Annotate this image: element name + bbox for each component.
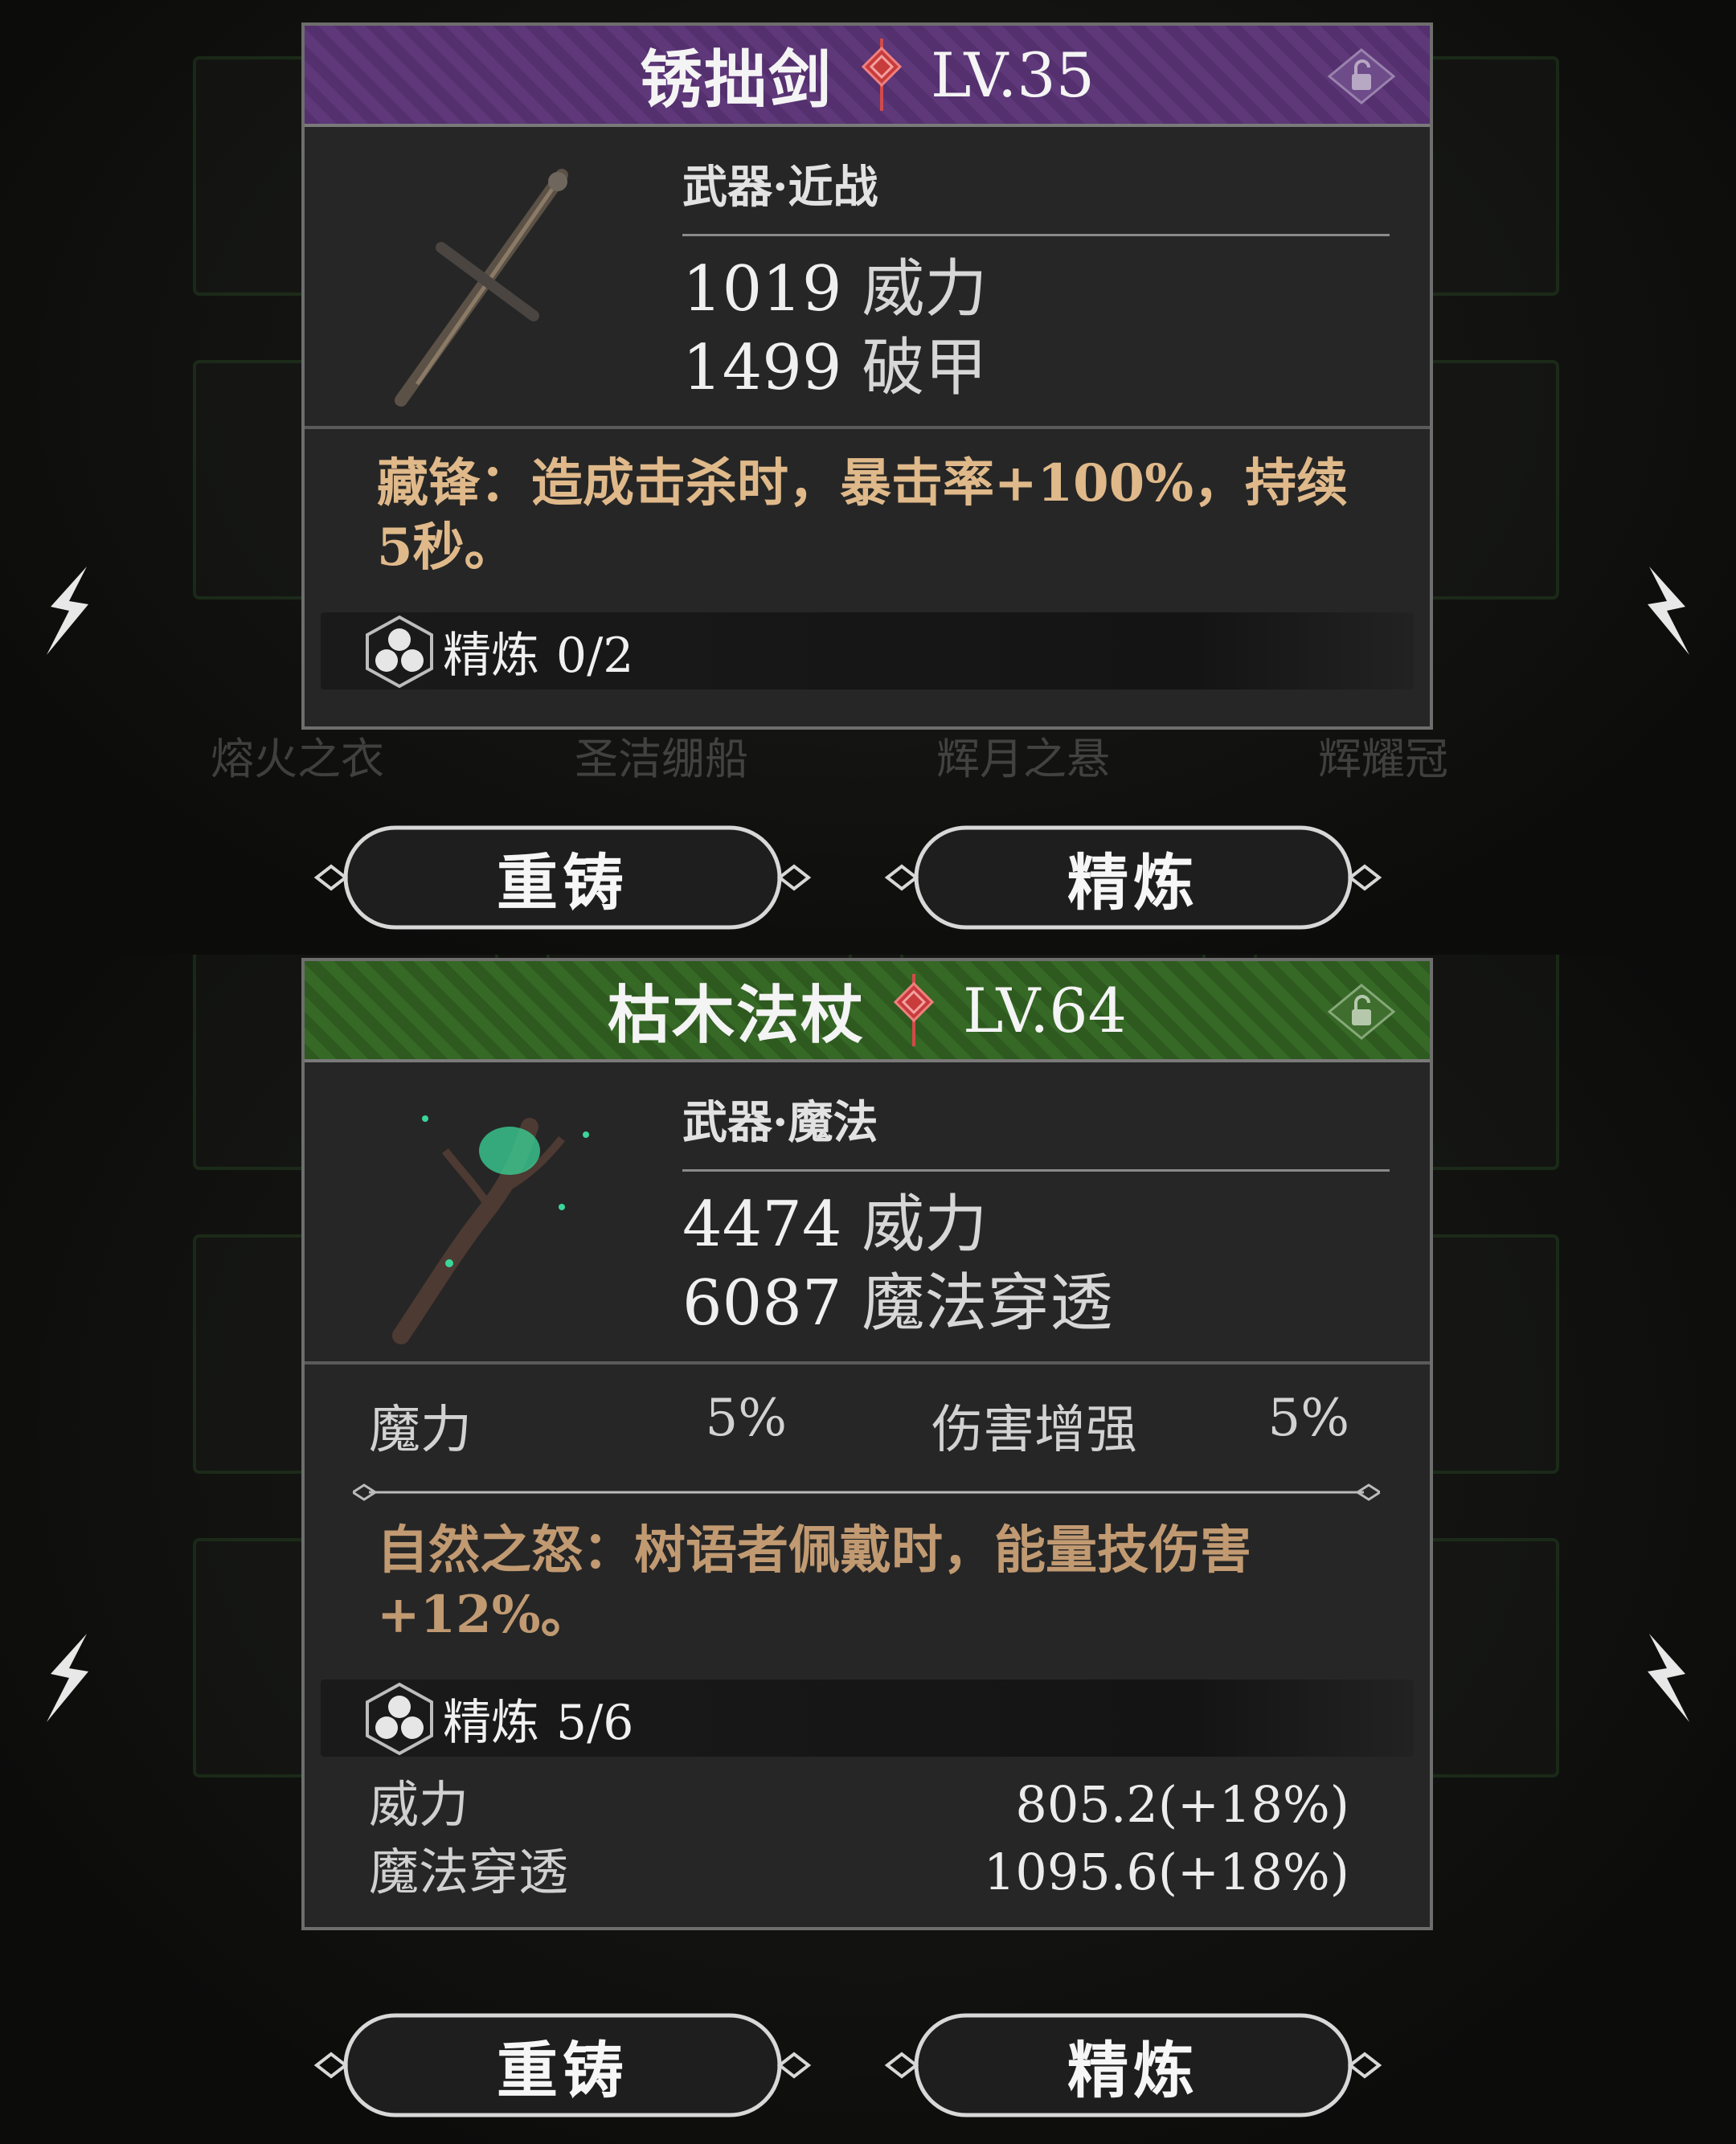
refine-bonus-row: 魔法穿透 1095.6(+18%) [305, 1839, 1430, 1906]
item-level: LV.64 [963, 974, 1127, 1046]
refine-label: 精炼 5/6 [443, 1684, 633, 1753]
attr-label: 魔力 [369, 1401, 472, 1460]
item-info: 武器·魔法 4474 威力 6087 魔法穿透 [305, 1062, 1430, 1365]
stat-label: 魔法穿透 [862, 1267, 1113, 1340]
bonus-attributes: 魔力 5% 伤害增强 5% [305, 1365, 1430, 1463]
stat-power: 4474 威力 [682, 1189, 1430, 1260]
stat-value: 6087 [682, 1267, 842, 1340]
attr-magic-power: 魔力 5% [369, 1389, 787, 1463]
refine-bonus-value: 1095.6(+18%) [983, 1843, 1349, 1901]
item-name: 枯木法杖 [608, 979, 866, 1052]
chinese-knot-icon [854, 39, 910, 111]
stat-magic-penetration: 6087 魔法穿透 [682, 1268, 1430, 1339]
attr-value: 5% [705, 1389, 787, 1448]
attr-label: 伤害增强 [931, 1401, 1137, 1460]
item-card-withered-staff: 枯木法杖 LV.64 武器·魔法 4474 威力 6087 魔法穿透 魔力 5%… [301, 958, 1433, 1930]
refine-button-label: 精炼 [1067, 2035, 1199, 2106]
refine-button-label: 精炼 [1067, 847, 1199, 919]
arrow-right-icon[interactable] [1641, 1630, 1697, 1726]
refine-button[interactable]: 精炼 [884, 2009, 1382, 2121]
refine-bonus-label: 魔法穿透 [369, 1843, 569, 1901]
refine-count: 0/2 [555, 627, 634, 684]
attr-damage-boost: 伤害增强 5% [931, 1389, 1349, 1463]
lock-icon[interactable] [1325, 984, 1398, 1040]
bg-item-name: 圣洁绷船 [575, 734, 748, 784]
attr-value: 5% [1267, 1389, 1349, 1448]
ornament-divider [350, 1480, 1382, 1504]
reforge-button[interactable]: 重铸 [313, 821, 812, 934]
item-effect-text: 藏锋：造成击杀时，暴击率+100%，持续5秒。 [377, 453, 1349, 578]
item-category: 武器·近战 [682, 151, 1390, 236]
item-name: 锈拙剑 [640, 43, 833, 117]
bg-item-name: 辉月之悬 [936, 734, 1110, 784]
refine-icon [361, 612, 438, 689]
item-level: LV.35 [931, 39, 1095, 111]
refine-status-bar: 精炼 0/2 [321, 612, 1414, 689]
staff-icon [305, 1062, 682, 1361]
chinese-knot-icon [886, 974, 942, 1046]
arrow-left-icon[interactable] [39, 1630, 95, 1726]
stat-label: 破甲 [862, 332, 988, 404]
refine-button[interactable]: 精炼 [884, 821, 1382, 934]
refine-title: 精炼 [443, 1694, 539, 1751]
item-info: 武器·近战 1019 威力 1499 破甲 [305, 127, 1430, 429]
refine-count: 5/6 [555, 1694, 634, 1751]
stat-armor-break: 1499 破甲 [682, 333, 1430, 403]
bottom-screen: 枯木法杖 LV.64 武器·魔法 4474 威力 6087 魔法穿透 魔力 5%… [0, 955, 1736, 2144]
refine-title: 精炼 [443, 627, 539, 684]
stat-value: 1019 [682, 253, 842, 325]
refine-bonus-row: 威力 805.2(+18%) [305, 1771, 1430, 1839]
stat-label: 威力 [862, 253, 988, 325]
reforge-button-label: 重铸 [497, 2035, 628, 2106]
reforge-button-label: 重铸 [497, 847, 628, 919]
refine-icon [361, 1680, 438, 1757]
arrow-right-icon[interactable] [1641, 563, 1697, 659]
refine-status-bar: 精炼 5/6 [321, 1680, 1414, 1757]
bg-item-name: 辉耀冠 [1318, 734, 1448, 784]
lock-icon[interactable] [1325, 48, 1398, 104]
top-screen: 熔火之衣 圣洁绷船 辉月之悬 辉耀冠 锈拙剑 LV.35 武器·近战 1019 … [0, 0, 1736, 955]
card-header: 枯木法杖 LV.64 [305, 961, 1430, 1062]
bg-item-name: 熔火之衣 [211, 734, 384, 784]
stat-value: 1499 [682, 332, 842, 404]
item-effect-text: 自然之怒：树语者佩戴时，能量技伤害+12%。 [377, 1520, 1251, 1645]
stat-power: 1019 威力 [682, 254, 1430, 325]
refine-label: 精炼 0/2 [443, 616, 633, 686]
item-category: 武器·魔法 [682, 1086, 1390, 1172]
stat-label: 威力 [862, 1189, 988, 1261]
refine-bonus-value: 805.2(+18%) [1015, 1775, 1349, 1834]
card-header: 锈拙剑 LV.35 [305, 26, 1430, 127]
sword-icon [305, 127, 682, 426]
stat-value: 4474 [682, 1189, 842, 1261]
refine-bonus-label: 威力 [369, 1775, 469, 1834]
item-card-rusty-sword: 锈拙剑 LV.35 武器·近战 1019 威力 1499 破甲 藏锋：造成击杀时… [301, 23, 1433, 730]
arrow-left-icon[interactable] [39, 563, 95, 659]
reforge-button[interactable]: 重铸 [313, 2009, 812, 2121]
